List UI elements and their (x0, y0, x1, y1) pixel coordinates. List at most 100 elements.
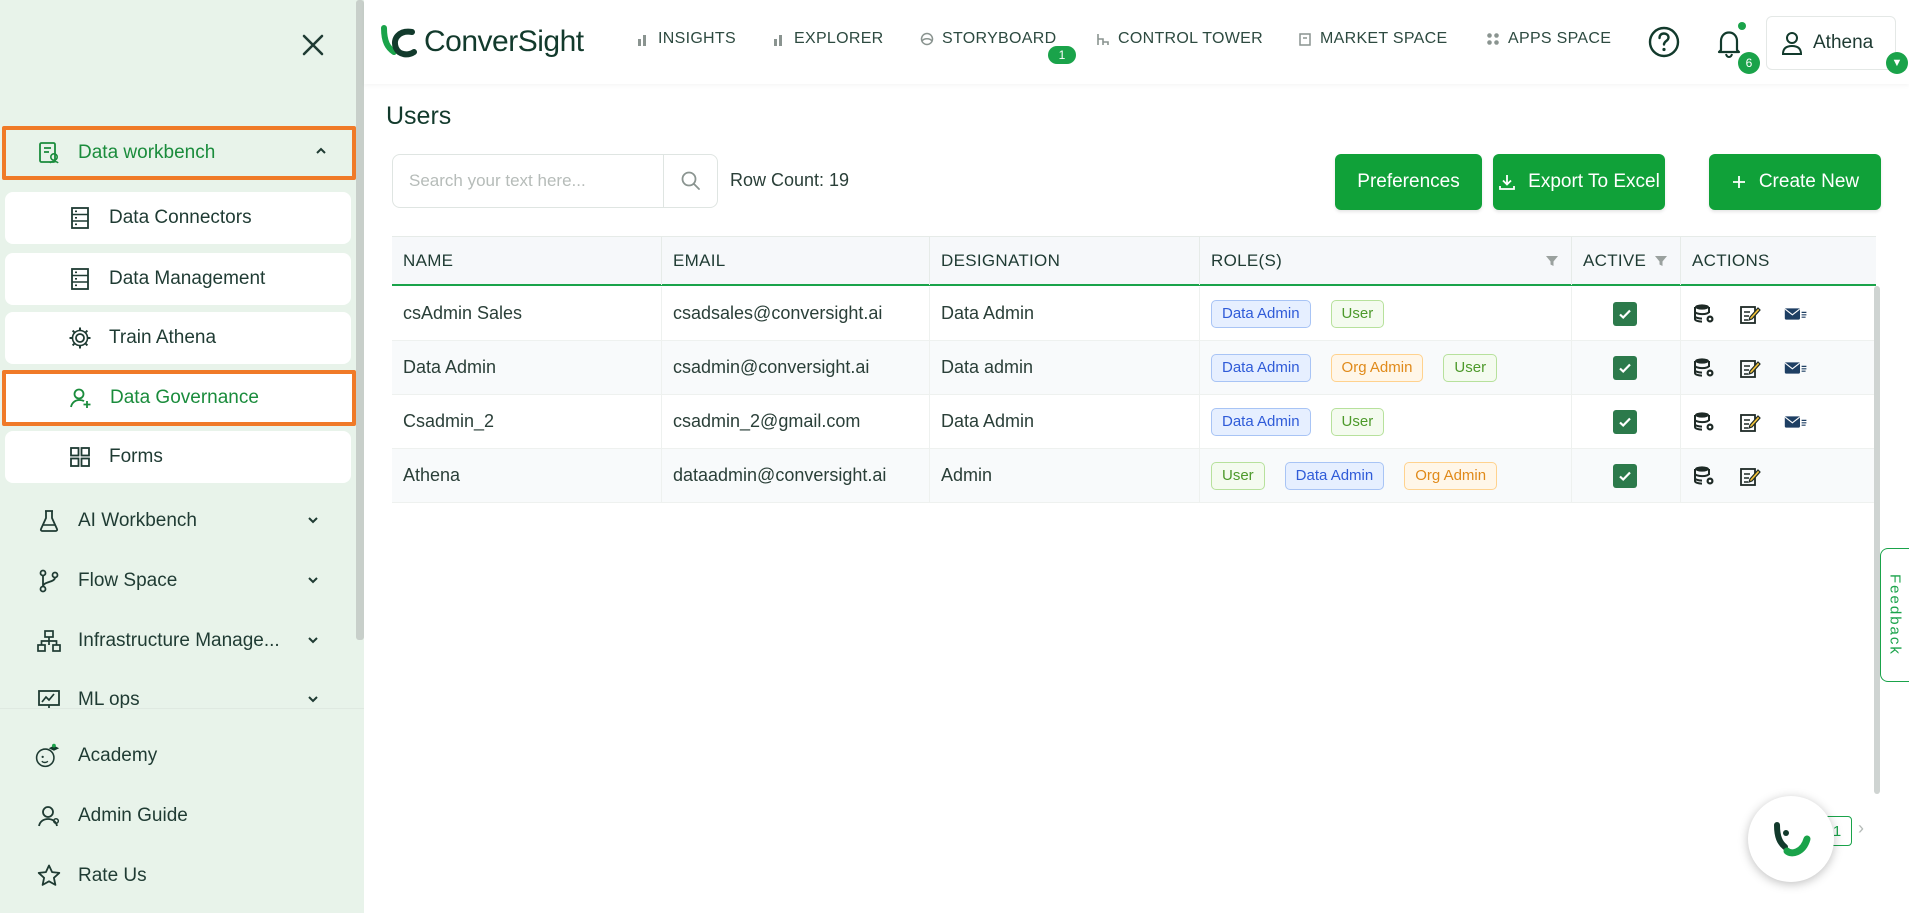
preferences-button[interactable]: Preferences (1335, 154, 1482, 210)
cell-email: csadsales@conversight.ai (662, 287, 930, 340)
sidebar-scrollbar[interactable] (356, 0, 364, 640)
sidebar-item-infrastructure-management[interactable]: Infrastructure Manage... (0, 616, 354, 666)
branch-icon (36, 568, 62, 594)
table-row[interactable]: csAdmin Sales csadsales@conversight.ai Dat… (392, 287, 1876, 341)
logo[interactable]: ConverSight (378, 22, 584, 62)
search-input[interactable] (393, 155, 664, 207)
nav-label: EXPLORER (794, 30, 884, 47)
edit-icon[interactable] (1738, 410, 1762, 434)
nav-explorer[interactable]: EXPLORER (772, 30, 884, 48)
sidebar-item-flow-space[interactable]: Flow Space (0, 556, 354, 606)
caret-down-icon[interactable]: ▼ (1886, 52, 1908, 74)
database-settings-icon[interactable] (1692, 410, 1716, 434)
close-icon[interactable] (296, 28, 330, 62)
server-icon (67, 266, 93, 292)
cell-email: csadmin_2@gmail.com (662, 395, 930, 448)
sidebar-item-data-management[interactable]: Data Management (5, 253, 351, 305)
academy-icon (32, 741, 62, 771)
cell-active (1572, 395, 1681, 448)
table-row[interactable]: Csadmin_2 csadmin_2@gmail.com Data Admin Da… (392, 395, 1876, 449)
download-icon (1498, 173, 1516, 191)
nav-apps-space[interactable]: APPS SPACE (1486, 30, 1611, 48)
table-scrollbar[interactable] (1874, 286, 1880, 794)
table-header: NAME EMAIL DESIGNATION ROLE(S) ACTIVE AC… (392, 236, 1876, 286)
role-tag: User (1330, 407, 1385, 436)
table-row[interactable]: Data Admin csadmin@conversight.ai Data adm… (392, 341, 1876, 395)
cell-name: Athena (392, 449, 662, 502)
top-navbar: ConverSight INSIGHTS EXPLORER STORYBOARD… (364, 0, 1909, 84)
nav-insights[interactable]: INSIGHTS (636, 30, 736, 48)
filter-icon[interactable] (1545, 254, 1559, 268)
role-tag: User (1211, 461, 1265, 490)
cell-designation: Data Admin (930, 395, 1200, 448)
feedback-tab[interactable]: Feedback (1880, 548, 1909, 682)
export-to-excel-button[interactable]: Export To Excel (1493, 154, 1665, 210)
column-header-active[interactable]: ACTIVE (1572, 237, 1681, 285)
user-menu[interactable]: Athena (1766, 16, 1896, 70)
sidebar-item-rate-us[interactable]: Rate Us (0, 851, 354, 901)
check-icon (1619, 471, 1631, 481)
storyboard-badge: 1 (1048, 46, 1076, 64)
database-settings-icon[interactable] (1692, 464, 1716, 488)
help-icon[interactable] (1646, 24, 1682, 60)
edit-icon[interactable] (1738, 464, 1762, 488)
active-checkbox[interactable] (1613, 355, 1637, 380)
sidebar-item-train-athena[interactable]: Train Athena (5, 312, 351, 364)
cell-actions (1681, 341, 1876, 394)
sidebar-item-label: Academy (78, 745, 158, 766)
database-settings-icon[interactable] (1692, 302, 1716, 326)
bar-chart-icon (638, 35, 646, 46)
plus-icon (1731, 174, 1747, 190)
nav-market-space[interactable]: MARKET SPACE (1298, 30, 1447, 48)
search-button[interactable] (663, 155, 717, 207)
edit-icon[interactable] (1738, 356, 1762, 380)
bar-chart-icon (774, 35, 782, 46)
market-icon (1299, 33, 1311, 46)
sidebar-item-academy[interactable]: Academy (0, 731, 354, 781)
logo-text: ConverSight (424, 25, 584, 58)
active-checkbox[interactable] (1613, 301, 1637, 326)
mail-icon[interactable] (1784, 302, 1808, 326)
cell-actions (1681, 449, 1876, 502)
sidebar-item-data-governance[interactable]: Data Governance (2, 370, 356, 426)
nav-control-tower[interactable]: CONTROL TOWER (1096, 30, 1263, 48)
column-header-email[interactable]: EMAIL (662, 237, 930, 285)
cell-active (1572, 287, 1681, 340)
chatbot-button[interactable] (1748, 796, 1834, 882)
column-header-roles[interactable]: ROLE(S) (1200, 237, 1572, 285)
mail-icon[interactable] (1784, 356, 1808, 380)
nav-storyboard[interactable]: STORYBOARD (920, 30, 1056, 48)
active-checkbox[interactable] (1613, 409, 1637, 434)
nav-label: INSIGHTS (658, 30, 736, 47)
storyboard-icon (920, 32, 934, 46)
column-header-name[interactable]: NAME (392, 237, 662, 285)
edit-icon[interactable] (1738, 302, 1762, 326)
gear-icon (67, 325, 93, 351)
sidebar-item-data-connectors[interactable]: Data Connectors (5, 192, 351, 244)
chevron-down-icon (306, 513, 320, 530)
active-checkbox[interactable] (1613, 463, 1637, 488)
sidebar-item-admin-guide[interactable]: Admin Guide (0, 791, 354, 841)
button-label: Preferences (1357, 171, 1460, 192)
cell-email: csadmin@conversight.ai (662, 341, 930, 394)
nav-label: CONTROL TOWER (1118, 30, 1263, 47)
sidebar-item-label: Data Management (109, 268, 266, 289)
nav-label: APPS SPACE (1508, 30, 1612, 47)
create-new-button[interactable]: Create New (1709, 154, 1881, 210)
cell-roles: Data Admin Org Admin User (1200, 341, 1572, 394)
chevron-right-icon[interactable]: › (1858, 818, 1864, 839)
search-box (392, 154, 718, 208)
column-header-designation[interactable]: DESIGNATION (930, 237, 1200, 285)
database-settings-icon[interactable] (1692, 356, 1716, 380)
chevron-down-icon (306, 633, 320, 650)
sidebar-item-label: Admin Guide (78, 805, 188, 826)
logo-mark-icon (381, 25, 417, 58)
mail-icon[interactable] (1784, 410, 1808, 434)
sidebar-item-ai-workbench[interactable]: AI Workbench (0, 496, 354, 546)
filter-icon[interactable] (1654, 254, 1668, 268)
cell-roles: Data Admin User (1200, 395, 1572, 448)
table-row[interactable]: Athena dataadmin@conversight.ai Admin User D… (392, 449, 1876, 503)
sidebar-item-forms[interactable]: Forms (5, 431, 351, 483)
role-tag: Data Admin (1211, 299, 1311, 328)
sidebar-group-data-workbench[interactable]: Data workbench (2, 126, 356, 180)
